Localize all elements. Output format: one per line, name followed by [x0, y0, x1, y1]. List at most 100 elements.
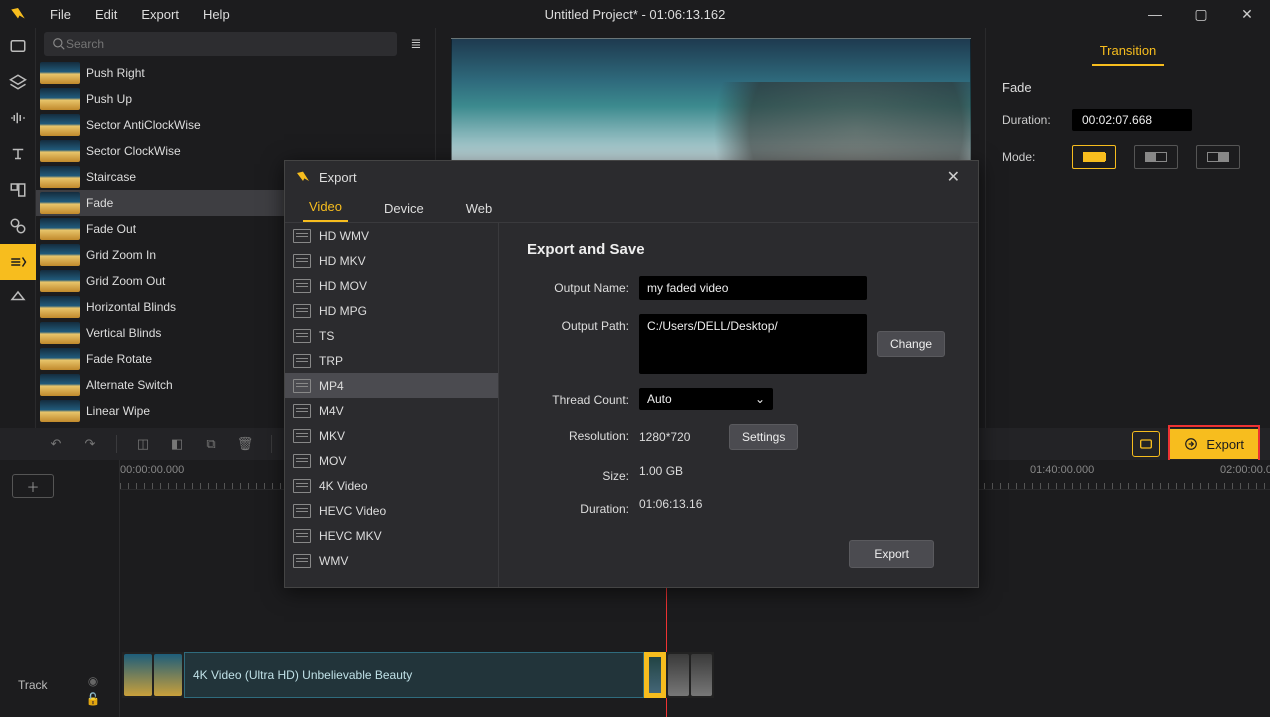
transition-thumb: [40, 218, 80, 240]
transition-item[interactable]: Push Up: [36, 86, 435, 112]
transition-thumb: [40, 322, 80, 344]
transition-name: Grid Zoom In: [86, 248, 156, 262]
window-controls: — ▢ ✕: [1132, 0, 1270, 28]
rail-elements-icon[interactable]: [0, 208, 36, 244]
menu-file[interactable]: File: [40, 3, 81, 26]
crop-icon[interactable]: ◫: [133, 434, 153, 454]
mode-option-prefix[interactable]: [1134, 145, 1178, 169]
track-visibility-icon[interactable]: ◉: [84, 674, 102, 688]
format-item[interactable]: MOV: [285, 448, 498, 473]
rail-media-icon[interactable]: [0, 28, 36, 64]
format-icon: [293, 379, 311, 393]
format-item[interactable]: HD MPG: [285, 298, 498, 323]
transition-name: Push Right: [86, 66, 145, 80]
search-input-wrap[interactable]: [44, 32, 397, 56]
transition-name: Fade Out: [86, 222, 136, 236]
thread-count-select[interactable]: Auto⌄: [639, 388, 773, 410]
aspect-ratio-button[interactable]: [1132, 431, 1160, 457]
format-item[interactable]: HEVC Video: [285, 498, 498, 523]
format-icon: [293, 279, 311, 293]
format-name: 4K Video: [319, 479, 368, 493]
rail-text-icon[interactable]: [0, 136, 36, 172]
output-name-input[interactable]: [639, 276, 867, 300]
clip-label: 4K Video (Ultra HD) Unbelievable Beauty: [193, 668, 412, 682]
format-item[interactable]: HD WMV: [285, 223, 498, 248]
format-icon: [293, 479, 311, 493]
mode-option-overlap[interactable]: [1072, 145, 1116, 169]
transition-name: Grid Zoom Out: [86, 274, 165, 288]
clip-transition-marker[interactable]: [644, 652, 666, 698]
menu-help[interactable]: Help: [193, 3, 240, 26]
format-icon: [293, 554, 311, 568]
mode-option-suffix[interactable]: [1196, 145, 1240, 169]
format-name: MP4: [319, 379, 344, 393]
format-list[interactable]: HD WMV HD MKV HD MOV HD MPGTSTRP MP4 M4V MKV MO…: [285, 223, 499, 587]
redo-icon[interactable]: ↷: [80, 434, 100, 454]
dialog-heading: Export and Save: [527, 241, 954, 258]
preview-canvas[interactable]: [451, 38, 971, 162]
tab-transition[interactable]: Transition: [1092, 33, 1165, 66]
transition-name: Sector AntiClockWise: [86, 118, 201, 132]
format-item[interactable]: 4K Video: [285, 473, 498, 498]
duration-label: Duration:: [1002, 113, 1062, 127]
dialog-tab-web[interactable]: Web: [460, 201, 499, 222]
settings-button[interactable]: Settings: [729, 424, 798, 450]
minimize-button[interactable]: —: [1132, 0, 1178, 28]
properties-panel: Transition Fade Duration: 00:02:07.668 M…: [985, 28, 1270, 428]
rail-effects-icon[interactable]: [0, 280, 36, 316]
menu-export[interactable]: Export: [131, 3, 189, 26]
format-item[interactable]: TS: [285, 323, 498, 348]
search-icon: [52, 37, 66, 51]
format-name: MKV: [319, 429, 345, 443]
format-name: HEVC MKV: [319, 529, 382, 543]
transition-item[interactable]: Sector AntiClockWise: [36, 112, 435, 138]
close-button[interactable]: ✕: [1224, 0, 1270, 28]
rail-layers-icon[interactable]: [0, 64, 36, 100]
maximize-button[interactable]: ▢: [1178, 0, 1224, 28]
format-item[interactable]: TRP: [285, 348, 498, 373]
format-name: WMV: [319, 554, 348, 568]
rail-layout-icon[interactable]: [0, 172, 36, 208]
dialog-tab-video[interactable]: Video: [303, 199, 348, 222]
transition-thumb: [40, 166, 80, 188]
dialog-title: Export: [319, 170, 357, 185]
timeline-clip[interactable]: 4K Video (Ultra HD) Unbelievable Beauty: [122, 652, 714, 698]
format-item[interactable]: HD MOV: [285, 273, 498, 298]
dialog-export-button[interactable]: Export: [849, 540, 934, 568]
dialog-tab-device[interactable]: Device: [378, 201, 430, 222]
output-path-box[interactable]: C:/Users/DELL/Desktop/: [639, 314, 867, 374]
transition-item[interactable]: Push Right: [36, 60, 435, 86]
format-name: HD MOV: [319, 279, 367, 293]
rail-transition-icon[interactable]: [0, 244, 36, 280]
size-label: Size:: [527, 464, 629, 483]
transition-thumb: [40, 88, 80, 110]
export-button[interactable]: Export: [1168, 429, 1260, 459]
format-icon: [293, 329, 311, 343]
format-item[interactable]: HD MKV: [285, 248, 498, 273]
track-lock-icon[interactable]: 🔓: [84, 692, 102, 706]
ruler-tick: 01:40:00.000: [1030, 464, 1094, 476]
marker-icon[interactable]: ◧: [167, 434, 187, 454]
undo-icon[interactable]: ↶: [46, 434, 66, 454]
export-duration-label: Duration:: [527, 497, 629, 516]
format-item[interactable]: WMV: [285, 548, 498, 573]
list-view-toggle-icon[interactable]: ≣: [405, 33, 427, 55]
format-item[interactable]: MKV: [285, 423, 498, 448]
ruler-tick: 00:00:00.000: [120, 464, 184, 476]
format-name: HD WMV: [319, 229, 369, 243]
transition-thumb: [40, 374, 80, 396]
format-item[interactable]: M4V: [285, 398, 498, 423]
format-item[interactable]: MP4: [285, 373, 498, 398]
duration-input[interactable]: 00:02:07.668: [1072, 109, 1192, 131]
delete-icon[interactable]: 🗑: [235, 434, 255, 454]
rail-audio-icon[interactable]: [0, 100, 36, 136]
format-item[interactable]: HEVC MKV: [285, 523, 498, 548]
duplicate-icon[interactable]: ⧉: [201, 434, 221, 454]
menu-edit[interactable]: Edit: [85, 3, 127, 26]
transition-thumb: [40, 114, 80, 136]
add-track-button[interactable]: ＋: [12, 474, 54, 498]
format-icon: [293, 454, 311, 468]
dialog-close-icon[interactable]: ✕: [939, 163, 968, 191]
change-path-button[interactable]: Change: [877, 331, 945, 357]
search-input[interactable]: [66, 37, 389, 51]
